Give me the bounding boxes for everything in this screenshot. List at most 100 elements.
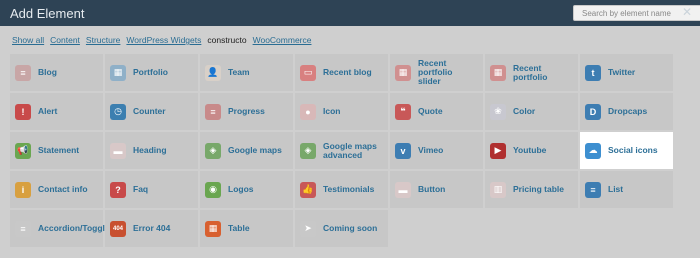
- google-maps-advanced-icon: ◈: [300, 142, 316, 159]
- filter-bar: Show all Content Structure WordPress Widget…: [12, 35, 311, 45]
- vimeo-icon: v: [395, 142, 411, 159]
- element-google-maps[interactable]: ◈ Google maps: [200, 132, 293, 169]
- element-youtube[interactable]: ▶ Youtube: [485, 132, 578, 169]
- element-table[interactable]: ▦ Table: [200, 210, 293, 247]
- recent-portfolio-icon: ▦: [490, 64, 506, 81]
- element-button[interactable]: ▬ Button: [390, 171, 483, 208]
- element-heading[interactable]: ▬ Heading: [105, 132, 198, 169]
- button-icon: ▬: [395, 181, 411, 198]
- element-label: Google maps advanced: [323, 140, 377, 160]
- add-element-modal: Add Element ✕ Show all Content Structure Wo…: [0, 0, 700, 258]
- element-color[interactable]: ❀ Color: [485, 93, 578, 130]
- element-label: Statement: [38, 145, 80, 155]
- element-grid: ≡ Blog ▦ Portfolio 👤 Team ▭ Recent blog ▦ Recent …: [10, 54, 673, 247]
- filter-woocommerce[interactable]: WooCommerce: [253, 35, 312, 45]
- recent-blog-icon: ▭: [300, 64, 316, 81]
- team-icon: 👤: [205, 64, 221, 81]
- close-icon[interactable]: ✕: [682, 5, 692, 19]
- element-dropcaps[interactable]: D Dropcaps: [580, 93, 673, 130]
- modal-title: Add Element: [10, 5, 85, 21]
- color-icon: ❀: [490, 103, 506, 120]
- portfolio-icon: ▦: [110, 64, 126, 81]
- filter-content[interactable]: Content: [50, 35, 80, 45]
- element-label: Counter: [133, 106, 166, 116]
- element-quote[interactable]: ❝ Quote: [390, 93, 483, 130]
- search-box[interactable]: [573, 5, 700, 21]
- element-label: Error 404: [133, 223, 171, 233]
- filter-wordpress-widgets[interactable]: WordPress Widgets: [126, 35, 201, 45]
- blog-icon: ≡: [15, 64, 31, 81]
- element-label: Google maps: [228, 145, 282, 155]
- element-blog[interactable]: ≡ Blog: [10, 54, 103, 91]
- pricing-table-icon: ▥: [490, 181, 506, 198]
- element-label: Accordion/Toggle: [38, 223, 110, 233]
- element-label: Alert: [38, 106, 58, 116]
- twitter-icon: t: [585, 64, 601, 81]
- element-label: Icon: [323, 106, 341, 116]
- element-label: Team: [228, 67, 250, 77]
- element-team[interactable]: 👤 Team: [200, 54, 293, 91]
- statement-icon: 📢: [15, 142, 31, 159]
- element-statement[interactable]: 📢 Statement: [10, 132, 103, 169]
- element-contact-info[interactable]: i Contact info: [10, 171, 103, 208]
- element-label: Recent portfolio: [513, 62, 548, 82]
- element-progress[interactable]: ≡ Progress: [200, 93, 293, 130]
- element-label: Dropcaps: [608, 106, 648, 116]
- element-google-maps-advanced[interactable]: ◈ Google maps advanced: [295, 132, 388, 169]
- element-label: Contact info: [38, 184, 88, 194]
- element-list[interactable]: ≡ List: [580, 171, 673, 208]
- element-label: Testimonials: [323, 184, 375, 194]
- element-accordion-toggle[interactable]: ≡ Accordion/Toggle: [10, 210, 110, 247]
- element-label: Recent blog: [323, 67, 372, 77]
- element-label: Heading: [133, 145, 167, 155]
- faq-icon: ?: [110, 181, 126, 198]
- element-label: Youtube: [513, 145, 547, 155]
- element-label: Button: [418, 184, 446, 194]
- element-label: Color: [513, 106, 536, 116]
- google-maps-icon: ◈: [205, 142, 221, 159]
- element-counter[interactable]: ◷ Counter: [105, 93, 198, 130]
- element-faq[interactable]: ? Faq: [105, 171, 198, 208]
- element-label: Recent portfolio slider: [418, 58, 453, 86]
- testimonials-icon: 👍: [300, 181, 316, 198]
- element-label: Pricing table: [513, 184, 565, 194]
- list-icon: ≡: [585, 181, 601, 198]
- coming-soon-icon: ➤: [300, 220, 316, 237]
- youtube-icon: ▶: [490, 142, 506, 159]
- filter-show-all[interactable]: Show all: [12, 35, 44, 45]
- element-pricing-table[interactable]: ▥ Pricing table: [485, 171, 578, 208]
- element-error-404[interactable]: 404 Error 404: [105, 210, 198, 247]
- element-social-icons[interactable]: ☁ Social icons: [580, 132, 673, 169]
- element-twitter[interactable]: t Twitter: [580, 54, 673, 91]
- icon-icon: ●: [300, 103, 316, 120]
- element-label: Quote: [418, 106, 443, 116]
- element-label: Table: [228, 223, 250, 233]
- element-label: Logos: [228, 184, 254, 194]
- filter-structure[interactable]: Structure: [86, 35, 121, 45]
- element-alert[interactable]: ! Alert: [10, 93, 103, 130]
- element-testimonials[interactable]: 👍 Testimonials: [295, 171, 388, 208]
- element-label: Faq: [133, 184, 149, 194]
- element-portfolio[interactable]: ▦ Portfolio: [105, 54, 198, 91]
- dropcaps-icon: D: [585, 103, 601, 120]
- element-label: Social icons: [608, 145, 658, 155]
- table-icon: ▦: [205, 220, 221, 237]
- element-label: Portfolio: [133, 67, 168, 77]
- contact-info-icon: i: [15, 181, 31, 198]
- element-vimeo[interactable]: v Vimeo: [390, 132, 483, 169]
- element-coming-soon[interactable]: ➤ Coming soon: [295, 210, 388, 247]
- modal-header: Add Element ✕: [0, 0, 700, 26]
- accordion-toggle-icon: ≡: [15, 220, 31, 237]
- element-logos[interactable]: ◉ Logos: [200, 171, 293, 208]
- alert-icon: !: [15, 103, 31, 120]
- quote-icon: ❝: [395, 103, 411, 120]
- logos-icon: ◉: [205, 181, 221, 198]
- filter-constructo[interactable]: constructo: [207, 35, 246, 45]
- element-label: Blog: [38, 67, 57, 77]
- element-recent-portfolio-slider[interactable]: ▦ Recent portfolio slider: [390, 54, 483, 91]
- error-404-icon: 404: [110, 220, 126, 237]
- element-recent-portfolio[interactable]: ▦ Recent portfolio: [485, 54, 578, 91]
- progress-icon: ≡: [205, 103, 221, 120]
- element-recent-blog[interactable]: ▭ Recent blog: [295, 54, 388, 91]
- element-icon[interactable]: ● Icon: [295, 93, 388, 130]
